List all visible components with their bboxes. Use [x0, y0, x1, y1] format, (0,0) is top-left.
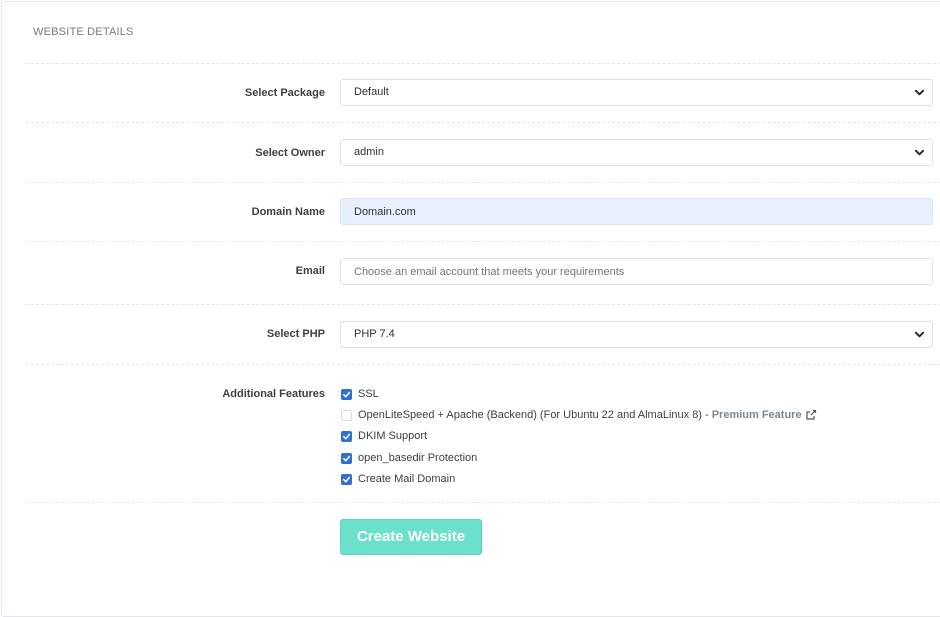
feature-label: SSL — [358, 388, 379, 400]
divider — [26, 63, 940, 64]
owner-select[interactable]: admin — [340, 139, 933, 166]
feature-ssl[interactable]: SSL — [341, 387, 379, 401]
divider — [26, 502, 940, 503]
checkbox-checked-icon[interactable] — [341, 473, 352, 485]
section-title: WEBSITE DETAILS — [33, 26, 134, 38]
divider — [26, 304, 940, 305]
features-label: Additional Features — [222, 388, 325, 400]
feature-create-mail-domain[interactable]: Create Mail Domain — [341, 472, 455, 486]
feature-label: OpenLiteSpeed + Apache (Backend) (For Ub… — [358, 409, 709, 421]
premium-feature-link[interactable]: Premium Feature — [712, 409, 802, 421]
website-details-panel: WEBSITE DETAILS Select Package Default S… — [1, 1, 940, 617]
divider — [26, 182, 940, 183]
divider — [26, 364, 940, 365]
checkbox-disabled-icon — [341, 409, 352, 421]
feature-label: DKIM Support — [358, 430, 428, 442]
email-label: Email — [295, 265, 325, 277]
divider — [26, 241, 940, 242]
feature-openlitespeed-apache: OpenLiteSpeed + Apache (Backend) (For Ub… — [341, 408, 817, 422]
package-select[interactable]: Default — [340, 79, 933, 106]
checkbox-checked-icon[interactable] — [341, 430, 352, 442]
chevron-down-icon — [914, 89, 925, 96]
feature-open-basedir[interactable]: open_basedir Protection — [341, 451, 477, 465]
owner-label: Select Owner — [255, 147, 325, 159]
feature-dkim[interactable]: DKIM Support — [341, 429, 427, 443]
checkbox-checked-icon[interactable] — [341, 388, 352, 400]
php-select[interactable]: PHP 7.4 — [340, 321, 933, 348]
feature-label: Create Mail Domain — [358, 473, 456, 485]
external-link-icon[interactable] — [805, 409, 817, 421]
chevron-down-icon — [914, 149, 925, 156]
package-select-value: Default — [340, 79, 933, 106]
domain-label: Domain Name — [251, 206, 325, 218]
owner-select-value: admin — [340, 139, 933, 166]
package-label: Select Package — [244, 87, 325, 99]
php-label: Select PHP — [266, 328, 325, 340]
checkbox-checked-icon[interactable] — [341, 452, 352, 464]
domain-name-input[interactable] — [340, 198, 933, 225]
email-input[interactable] — [340, 258, 933, 285]
feature-label: open_basedir Protection — [358, 452, 478, 464]
php-select-value: PHP 7.4 — [340, 321, 933, 348]
create-website-button[interactable]: Create Website — [340, 519, 482, 555]
divider — [26, 122, 940, 123]
chevron-down-icon — [914, 331, 925, 338]
